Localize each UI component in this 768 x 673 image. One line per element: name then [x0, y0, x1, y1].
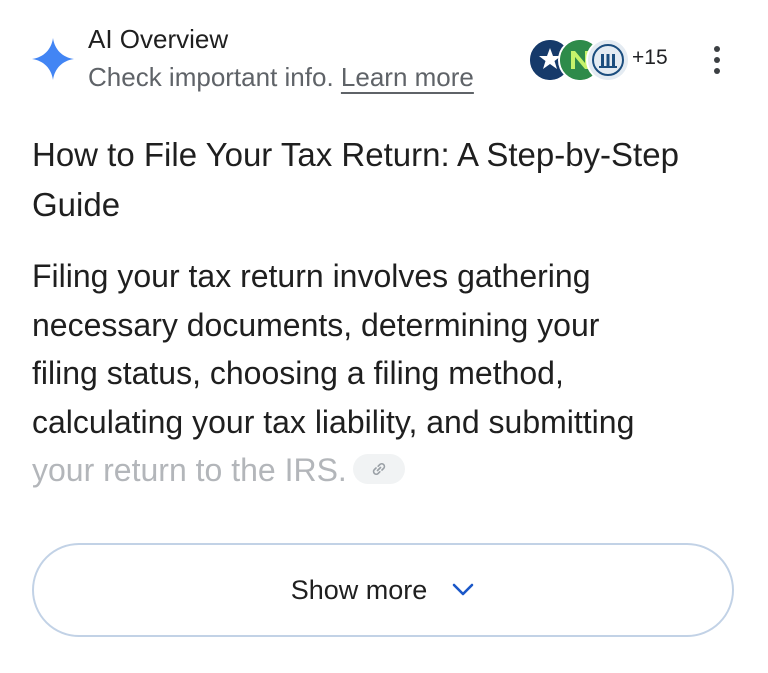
summary-line-text: your return to the IRS.: [32, 452, 347, 488]
show-more-button[interactable]: Show more: [32, 543, 734, 637]
source-avatars[interactable]: +15: [528, 38, 678, 82]
summary-line: Filing your tax return involves gatherin…: [32, 258, 591, 294]
show-more-label: Show more: [290, 574, 428, 605]
summary-line: calculating your tax liability, and subm…: [32, 403, 635, 440]
summary-line: necessary documents, determining your: [32, 306, 600, 343]
overview-heading: How to File Your Tax Return: A Step-by-S…: [32, 136, 679, 223]
source-count[interactable]: +15: [632, 46, 668, 70]
ai-overview-header: AI Overview Check important info. Learn …: [0, 0, 768, 110]
source-avatar-irs[interactable]: [586, 38, 630, 82]
subtitle-text: Check important info.: [88, 62, 334, 92]
more-vert-icon[interactable]: [702, 40, 732, 80]
chevron-down-icon: [452, 583, 474, 596]
sparkle-icon: [32, 38, 74, 80]
learn-more-link[interactable]: Learn more: [341, 62, 474, 92]
ai-overview-subtitle: Check important info. Learn more: [88, 62, 474, 93]
summary-line: filing status, choosing a filing method,: [32, 355, 564, 391]
summary-line-faded: your return to the IRS.: [32, 446, 732, 495]
ai-overview-title: AI Overview: [88, 24, 229, 54]
overview-summary: Filing your tax return involves gatherin…: [32, 252, 732, 495]
link-icon[interactable]: [352, 453, 405, 484]
